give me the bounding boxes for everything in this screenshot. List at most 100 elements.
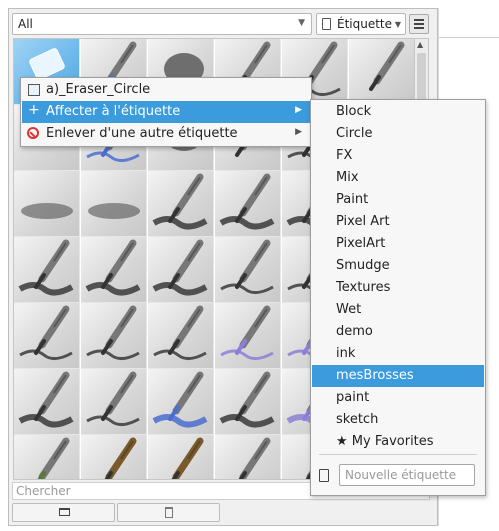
brush-preset-tile[interactable] — [14, 171, 80, 237]
tag-option-label: Wet — [336, 302, 362, 317]
tag-option-label: Textures — [336, 280, 391, 295]
submenu-arrow-icon: ▶ — [295, 127, 302, 137]
trash-icon — [165, 507, 173, 518]
tag-option[interactable]: Smudge — [312, 255, 484, 277]
tag-option-label: Pixel Art — [336, 214, 390, 229]
tag-option-label: Paint — [336, 192, 369, 207]
scroll-up-icon[interactable]: ▲ — [417, 40, 423, 49]
tag-option[interactable]: Textures — [312, 277, 484, 299]
list-view-icon — [414, 19, 424, 21]
plus-icon: + — [28, 102, 40, 118]
brush-grey-icon — [219, 371, 275, 428]
brush-dark-icon — [18, 371, 74, 428]
brush-preset-tile[interactable] — [148, 303, 214, 369]
tag-option-label: PixelArt — [336, 236, 386, 251]
brush-stroke-icon — [85, 239, 141, 296]
view-mode-button[interactable] — [409, 14, 429, 34]
pencil-purple-icon — [220, 305, 274, 360]
tag-option[interactable]: Wet — [312, 299, 484, 321]
folder-icon — [59, 508, 70, 516]
brush-preset-tile[interactable] — [14, 369, 80, 435]
tag-option-label: Mix — [336, 170, 359, 185]
brush-preset-tile[interactable] — [215, 303, 281, 369]
brush-preset-tile[interactable] — [349, 39, 414, 105]
brush-preset-tile[interactable] — [215, 171, 281, 237]
tag-option[interactable]: PixelArt — [312, 233, 484, 255]
marker-dark-icon — [86, 371, 140, 426]
oil-brush-icon — [171, 437, 204, 479]
pencil-grey-icon — [86, 305, 140, 360]
brush-preset-tile[interactable] — [148, 237, 214, 303]
brush-preset-tile[interactable] — [14, 435, 80, 479]
airbrush-icon — [88, 203, 140, 219]
ban-icon — [27, 127, 39, 139]
remove-from-tag-item[interactable]: Enlever d'une autre étiquette ▶ — [22, 123, 310, 145]
tag-dropdown[interactable]: Étiquette ▼ — [316, 13, 406, 35]
assign-to-tag-label: Affecter à l'étiquette — [46, 104, 181, 119]
filter-dropdown[interactable]: All ▼ — [12, 13, 312, 35]
tag-option[interactable]: paint — [312, 387, 484, 409]
tag-option-label: ★ My Favorites — [336, 434, 434, 449]
tag-option[interactable]: Mix — [312, 167, 484, 189]
tag-option-label: ink — [336, 346, 356, 361]
brush-stroke-icon — [152, 239, 208, 296]
tag-option[interactable]: sketch — [312, 409, 484, 431]
tag-option[interactable]: Block — [312, 101, 484, 123]
brush-preset-tile[interactable] — [148, 435, 214, 479]
ink-pen-green-icon — [37, 437, 70, 479]
brush-preset-tile[interactable] — [215, 237, 281, 303]
tag-option-label: Smudge — [336, 258, 390, 273]
brush-preset-icon — [28, 84, 40, 96]
new-tag-icon — [319, 469, 329, 482]
tag-option-label: FX — [336, 148, 353, 163]
tag-option[interactable]: Circle — [312, 123, 484, 145]
new-tag-input[interactable]: Nouvelle étiquette — [339, 464, 475, 486]
brush-preset-tile[interactable] — [215, 435, 281, 479]
tag-option[interactable]: FX — [312, 145, 484, 167]
filter-dropdown-value: All — [18, 17, 33, 31]
brush-preset-tile[interactable] — [14, 237, 80, 303]
tag-icon — [322, 18, 331, 30]
submenu-arrow-icon: ▶ — [295, 105, 302, 115]
brush-preset-tile[interactable] — [81, 303, 147, 369]
context-menu-title-label: a)_Eraser_Circle — [46, 82, 151, 97]
pen-wave-icon — [220, 239, 274, 294]
airbrush-icon — [21, 203, 73, 219]
tag-option-label: Block — [336, 104, 372, 119]
oil-brush-icon — [104, 437, 137, 479]
submenu-divider — [319, 454, 477, 455]
delete-resource-button[interactable] — [117, 503, 220, 522]
brush-preset-tile[interactable] — [148, 171, 214, 237]
tag-option[interactable]: Pixel Art — [312, 211, 484, 233]
tag-option[interactable]: Paint — [312, 189, 484, 211]
brush-stroke-icon — [18, 239, 74, 296]
brush-preset-tile[interactable] — [148, 369, 214, 435]
paintbrush-icon — [219, 173, 275, 230]
context-menu: a)_Eraser_Circle + Affecter à l'étiquett… — [20, 77, 312, 147]
tag-option[interactable]: ink — [312, 343, 484, 365]
context-menu-title: a)_Eraser_Circle — [22, 79, 310, 101]
tag-option-label: paint — [336, 390, 370, 405]
import-resource-button[interactable] — [12, 503, 115, 522]
tag-dropdown-value: Étiquette — [337, 17, 393, 31]
paintbrush-icon — [152, 173, 208, 230]
search-placeholder: Chercher — [16, 484, 71, 498]
tag-option[interactable]: mesBrosses — [312, 365, 484, 387]
brush-preset-tile[interactable] — [81, 171, 147, 237]
tag-option-label: mesBrosses — [336, 368, 414, 383]
brush-preset-tile[interactable] — [81, 369, 147, 435]
tag-option[interactable]: ★ My Favorites — [312, 431, 484, 453]
tag-option-label: Circle — [336, 126, 373, 141]
brush-preset-tile[interactable] — [81, 237, 147, 303]
chevron-down-icon: ▼ — [394, 20, 401, 29]
chevron-down-icon: ▼ — [298, 18, 305, 28]
tag-submenu: ★ My Favorites sketch paint mesBrosses ink de… — [310, 99, 486, 496]
brush-preset-tile[interactable] — [215, 369, 281, 435]
brush-preset-tile[interactable] — [81, 435, 147, 479]
assign-to-tag-item[interactable]: + Affecter à l'étiquette ▶ — [22, 101, 310, 123]
tag-option[interactable]: demo — [312, 321, 484, 343]
tag-option-label: sketch — [336, 412, 379, 427]
remove-from-tag-label: Enlever d'une autre étiquette — [46, 126, 238, 141]
tag-option-label: demo — [336, 324, 373, 339]
brush-preset-tile[interactable] — [14, 303, 80, 369]
